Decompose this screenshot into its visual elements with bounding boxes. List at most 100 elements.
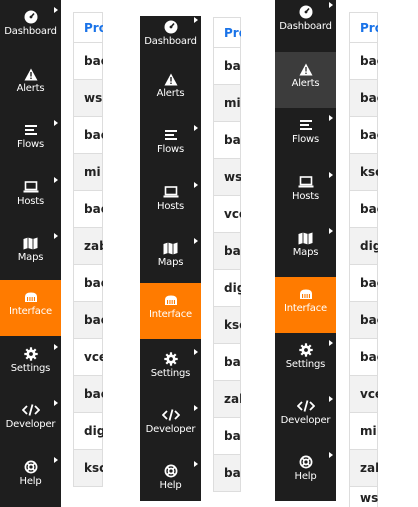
chevron-right-icon — [54, 120, 58, 126]
table-row[interactable]: bac — [73, 117, 103, 154]
nav-dashboard[interactable]: Dashboard — [0, 0, 61, 56]
table-row[interactable]: dig — [73, 413, 103, 450]
table-row[interactable]: zab — [73, 228, 103, 265]
map-icon — [298, 232, 313, 245]
nav-hosts-label: Hosts — [292, 191, 319, 202]
table-row[interactable]: ws — [213, 159, 241, 196]
nav-interface[interactable]: Interface — [275, 277, 336, 333]
nav-developer[interactable]: Developer — [275, 389, 336, 445]
table-row[interactable]: bac — [73, 302, 103, 339]
nav-dashboard[interactable]: Dashboard — [275, 0, 336, 51]
table-row[interactable]: bac — [73, 376, 103, 413]
table-row[interactable]: bac — [213, 418, 241, 455]
table-row[interactable]: bac — [349, 191, 378, 228]
nav-settings[interactable]: Settings — [0, 337, 61, 393]
nav-hosts[interactable]: Hosts — [140, 175, 201, 231]
table-header[interactable]: Pro — [73, 12, 103, 43]
table-row[interactable]: ksc — [73, 450, 103, 487]
nav-hosts[interactable]: Hosts — [0, 170, 61, 226]
panel-1: Dashboard Alerts Flows Hosts Maps Interf… — [0, 0, 103, 507]
nav-help[interactable]: Help — [140, 454, 201, 501]
nav-settings[interactable]: Settings — [275, 333, 336, 389]
nav-interface-label: Interface — [9, 306, 52, 317]
nav-maps-label: Maps — [157, 257, 184, 268]
nav-dashboard-label: Dashboard — [279, 21, 332, 32]
table-row[interactable]: bac — [349, 80, 378, 117]
table-row[interactable]: mi — [213, 85, 241, 122]
nav-maps-label: Maps — [17, 252, 44, 263]
table-row[interactable]: bac — [73, 191, 103, 228]
table-header[interactable]: Pro — [349, 12, 378, 43]
chevron-right-icon — [194, 461, 198, 467]
table-row[interactable]: bac — [213, 455, 241, 492]
nav-settings-label: Settings — [285, 359, 326, 370]
dashboard-icon — [299, 5, 313, 19]
nav-help[interactable]: Help — [275, 445, 336, 501]
table-row[interactable]: ksc — [213, 307, 241, 344]
nav-help-label: Help — [159, 480, 182, 491]
dashboard-icon — [164, 20, 178, 34]
nav-developer[interactable]: Developer — [0, 393, 61, 449]
nav-flows-label: Flows — [156, 144, 185, 155]
gear-icon — [298, 343, 313, 357]
table-row[interactable]: dig — [213, 270, 241, 307]
warning-icon — [164, 73, 178, 86]
flows-icon — [24, 124, 38, 136]
table-row[interactable]: bac — [73, 43, 103, 80]
nav-interface[interactable]: Interface — [140, 283, 201, 339]
table-row[interactable]: vce — [349, 376, 378, 413]
table-row[interactable]: bac — [213, 233, 241, 270]
nav-flows[interactable]: Flows — [140, 118, 201, 174]
nav-hosts[interactable]: Hosts — [275, 165, 336, 221]
chevron-right-icon — [54, 177, 58, 183]
table-row[interactable]: bac — [213, 122, 241, 159]
nav-maps[interactable]: Maps — [140, 231, 201, 287]
nav-developer[interactable]: Developer — [140, 398, 201, 454]
nav-settings[interactable]: Settings — [140, 342, 201, 398]
flows-icon — [164, 129, 178, 141]
nav-flows[interactable]: Flows — [0, 113, 61, 169]
table-row[interactable]: bac — [349, 117, 378, 154]
table-row[interactable]: bac — [213, 344, 241, 381]
dashboard-icon — [24, 10, 38, 24]
table-row[interactable]: bac — [349, 265, 378, 302]
chevron-right-icon — [194, 125, 198, 131]
table-row[interactable]: ksc — [349, 154, 378, 191]
nav-hosts-label: Hosts — [157, 201, 184, 212]
nav-maps[interactable]: Maps — [0, 226, 61, 282]
code-icon — [21, 404, 40, 416]
table-row[interactable]: ws — [73, 80, 103, 117]
table-row[interactable]: vce — [73, 339, 103, 376]
laptop-icon — [23, 181, 39, 193]
table-row[interactable]: bac — [213, 48, 241, 85]
table-row[interactable]: mi — [73, 154, 103, 191]
chevron-right-icon — [329, 228, 333, 234]
nav-alerts[interactable]: Alerts — [140, 62, 201, 118]
laptop-icon — [163, 186, 179, 198]
nav-help[interactable]: Help — [0, 450, 61, 506]
nav-alerts[interactable]: Alerts — [0, 57, 61, 113]
table-row[interactable]: bac — [73, 265, 103, 302]
nav-interface[interactable]: Interface — [0, 280, 61, 336]
table-row[interactable]: bac — [349, 339, 378, 376]
table-row[interactable]: mi — [349, 413, 378, 450]
chevron-right-icon — [54, 344, 58, 350]
nav-flows[interactable]: Flows — [275, 108, 336, 164]
table-row[interactable]: zab — [349, 450, 378, 487]
nav-flows-label: Flows — [291, 134, 320, 145]
nav-alerts[interactable]: Alerts — [275, 52, 336, 108]
table-row[interactable]: vce — [213, 196, 241, 233]
chevron-right-icon — [329, 172, 333, 178]
table-row[interactable]: wsi — [349, 487, 378, 507]
nav-maps[interactable]: Maps — [275, 221, 336, 277]
chevron-right-icon — [329, 115, 333, 121]
table-row[interactable]: zab — [213, 381, 241, 418]
table-row[interactable]: bac — [349, 43, 378, 80]
table-header[interactable]: Pro — [213, 17, 241, 48]
gear-icon — [163, 352, 178, 366]
table-row[interactable]: dig — [349, 228, 378, 265]
code-icon — [296, 400, 315, 412]
table-row[interactable]: bac — [349, 302, 378, 339]
nav-dashboard[interactable]: Dashboard — [140, 10, 201, 66]
interfaces-table: Pro bac mi bac ws vce bac dig ksc bac za… — [213, 0, 241, 507]
